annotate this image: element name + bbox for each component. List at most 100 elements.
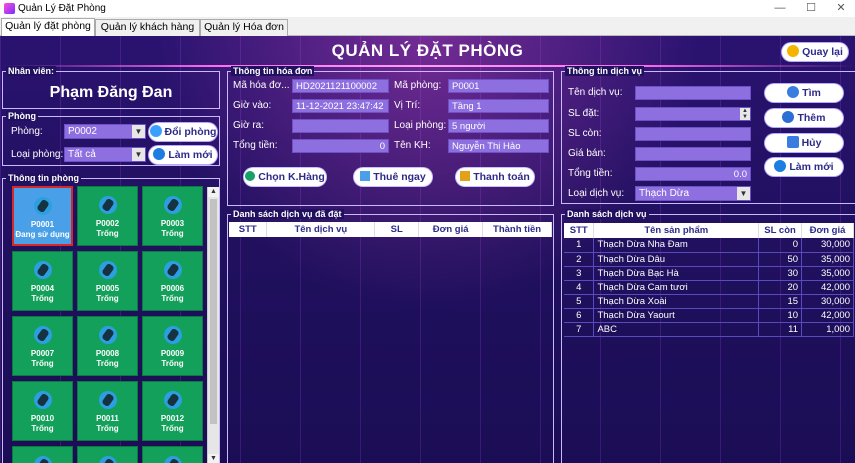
col-unit-price[interactable]: Đơn giá	[801, 223, 854, 238]
room-type-select[interactable]: Tất cả ▼	[64, 147, 146, 162]
service-price-field[interactable]	[635, 147, 751, 161]
rooms-scrollbar[interactable]: ▲ ▼	[207, 187, 219, 463]
room-card[interactable]: P0010 Trống	[12, 381, 73, 441]
invoice-id-field[interactable]: HD2021121100002	[292, 79, 389, 93]
main-panel: QUẢN LÝ ĐẶT PHÒNG Quay lại Nhân viên: Ph…	[0, 36, 855, 463]
service-name-field[interactable]	[635, 86, 751, 100]
room-card[interactable]: P0003 Trống	[142, 186, 203, 246]
table-row[interactable]: 6 Thạch Dừa Yaourt 10 42,000	[564, 308, 854, 323]
booked-services-table[interactable]: STT Tên dịch vụ SL Đơn giá Thành tiền	[229, 222, 552, 237]
tab-room-booking[interactable]: Quản lý đặt phòng	[1, 18, 95, 37]
col-product-name[interactable]: Tên sản phẩm	[593, 223, 760, 238]
table-row[interactable]: 1 Thạch Dừa Nha Đam 0 30,000	[564, 238, 854, 253]
room-id: P0011	[96, 414, 119, 423]
scroll-down-arrow-icon[interactable]: ▼	[208, 454, 219, 463]
room-card[interactable]: P0012 Trống	[142, 381, 203, 441]
room-card-partial[interactable]	[77, 446, 138, 463]
room-id: P0007	[30, 349, 55, 358]
back-button[interactable]: Quay lại	[782, 43, 848, 61]
table-row[interactable]: 4 Thạch Dừa Cam tươi 20 42,000	[564, 280, 854, 295]
choose-customer-button[interactable]: Chọn K.Hàng	[244, 168, 326, 186]
scroll-thumb[interactable]	[210, 199, 217, 424]
col-qty[interactable]: SL	[374, 222, 420, 237]
service-type-label: Loại dịch vụ:	[568, 188, 625, 199]
table-row[interactable]: 7 ABC 11 1,000	[564, 322, 854, 337]
add-button[interactable]: Thêm	[765, 109, 843, 127]
col-amount[interactable]: Thành tiền	[482, 222, 552, 237]
invoice-id-label: Mã hóa đơ...	[233, 80, 290, 91]
microphone-icon	[33, 391, 52, 409]
tab-invoices[interactable]: Quản lý Hóa đơn	[200, 19, 288, 36]
room-id: P0009	[160, 349, 185, 358]
room-type-info-label: Loại phòng:	[394, 120, 447, 131]
service-total-field[interactable]: 0.0	[635, 167, 751, 181]
customer-icon	[245, 171, 256, 181]
microphone-icon	[163, 196, 182, 214]
row-unit-price: 42,000	[801, 280, 854, 295]
service-type-select[interactable]: Thạch Dừa ▼	[635, 186, 751, 201]
customer-field[interactable]: Nguyễn Thị Hảo	[448, 139, 549, 153]
maximize-button[interactable]: ☐	[796, 1, 826, 16]
checkout-field[interactable]	[292, 119, 389, 133]
room-id: P0006	[160, 284, 185, 293]
room-card[interactable]: P0004 Trống	[12, 251, 73, 311]
room-id: P0010	[30, 414, 55, 423]
search-button[interactable]: Tìm	[765, 84, 843, 102]
col-unit-price[interactable]: Đơn giá	[418, 222, 484, 237]
room-card[interactable]: P0001 Đang sử dụng	[12, 186, 73, 246]
microphone-icon	[98, 261, 117, 279]
service-remaining-field[interactable]	[635, 127, 751, 141]
room-card[interactable]: P0011 Trống	[77, 381, 138, 441]
room-id-field[interactable]: P0001	[448, 79, 549, 93]
pay-button[interactable]: Thanh toán	[456, 168, 534, 186]
row-unit-price: 30,000	[801, 238, 854, 253]
cancel-button[interactable]: Hủy	[765, 134, 843, 152]
row-unit-price: 35,000	[801, 266, 854, 281]
table-row[interactable]: 2 Thạch Dừa Dâu 50 35,000	[564, 252, 854, 267]
key-icon	[360, 171, 371, 181]
row-remaining: 0	[758, 238, 803, 253]
row-stt: 2	[564, 252, 595, 267]
row-stt: 3	[564, 266, 595, 281]
change-room-button[interactable]: Đổi phòng	[149, 123, 217, 141]
room-card[interactable]: P0002 Trống	[77, 186, 138, 246]
room-card[interactable]: P0005 Trống	[77, 251, 138, 311]
row-unit-price: 30,000	[801, 294, 854, 309]
col-service-name[interactable]: Tên dịch vụ	[266, 222, 376, 237]
col-stt[interactable]: STT	[229, 222, 268, 237]
row-stt: 6	[564, 308, 595, 323]
scroll-up-arrow-icon[interactable]: ▲	[208, 187, 219, 197]
spinner-arrows-icon[interactable]: ▲ ▼	[740, 108, 750, 120]
invoice-total-field[interactable]: 0	[292, 139, 389, 153]
checkin-field[interactable]: 11-12-2021 23:47:42	[292, 99, 389, 113]
microphone-icon	[98, 456, 117, 463]
room-card[interactable]: P0008 Trống	[77, 316, 138, 376]
minimize-button[interactable]: —	[765, 1, 795, 16]
room-card[interactable]: P0007 Trống	[12, 316, 73, 376]
refresh-rooms-button[interactable]: Làm mới	[149, 146, 217, 164]
microphone-icon	[33, 326, 52, 344]
table-row[interactable]: 3 Thạch Dừa Bạc Hà 30 35,000	[564, 266, 854, 281]
col-stt[interactable]: STT	[564, 223, 595, 238]
booked-services-section-label: Danh sách dịch vụ đã đặt	[231, 209, 344, 219]
plus-icon	[782, 111, 795, 123]
rent-now-button[interactable]: Thuê ngay	[354, 168, 432, 186]
col-remaining[interactable]: SL còn	[758, 223, 803, 238]
room-select[interactable]: P0002 ▼	[64, 124, 146, 139]
room-type-field[interactable]: 5 người	[448, 119, 549, 133]
refresh-services-button[interactable]: Làm mới	[765, 158, 843, 176]
microphone-icon	[98, 196, 117, 214]
room-card[interactable]: P0009 Trống	[142, 316, 203, 376]
tab-customers[interactable]: Quản lý khách hàng	[95, 19, 200, 36]
table-row[interactable]: 5 Thạch Dừa Xoài 15 30,000	[564, 294, 854, 309]
trash-icon	[786, 136, 799, 148]
room-card-partial[interactable]	[12, 446, 73, 463]
close-button[interactable]: ✕	[826, 1, 855, 16]
service-list-table[interactable]: STT Tên sản phẩm SL còn Đơn giá 1 Thạch D…	[564, 223, 854, 337]
room-card-partial[interactable]	[142, 446, 203, 463]
service-list-section-label: Danh sách dịch vụ	[565, 209, 649, 219]
service-qty-spinner[interactable]: ▲ ▼	[635, 107, 751, 121]
room-card[interactable]: P0006 Trống	[142, 251, 203, 311]
location-field[interactable]: Tầng 1	[448, 99, 549, 113]
row-product-name: Thạch Dừa Cam tươi	[593, 280, 760, 295]
